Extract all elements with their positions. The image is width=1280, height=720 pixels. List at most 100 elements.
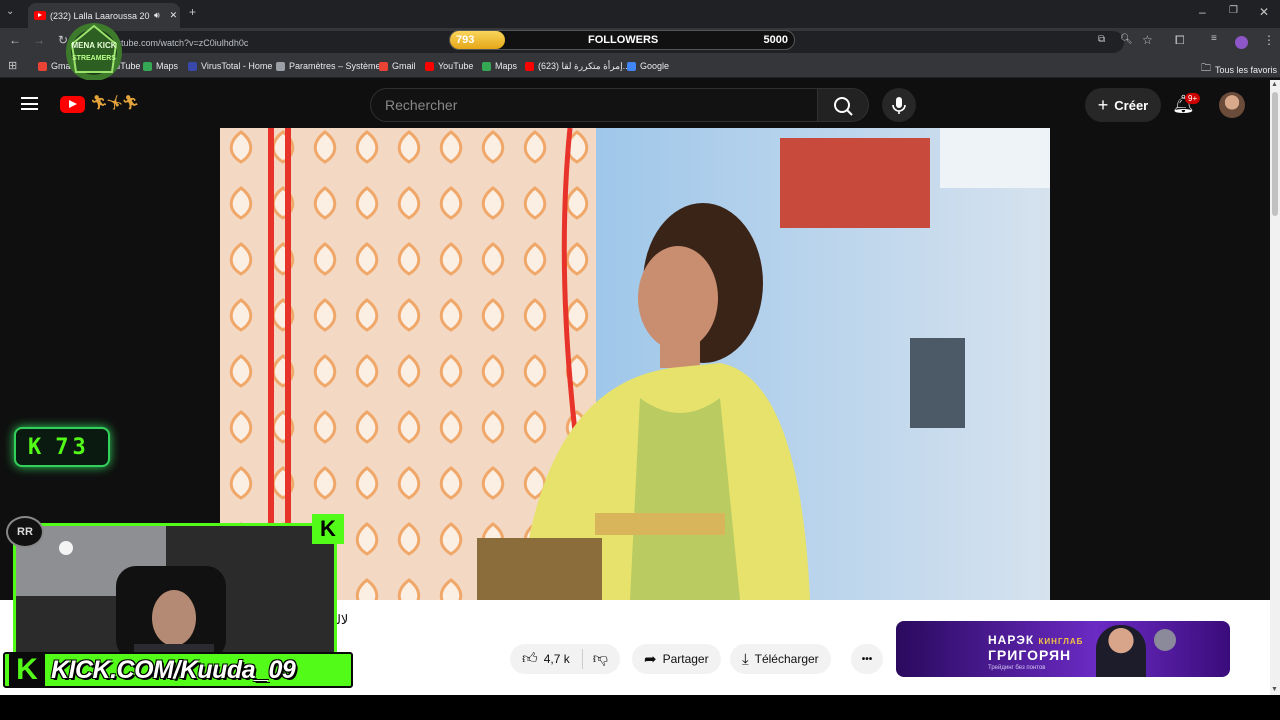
- svg-text:STREAMERS: STREAMERS: [72, 55, 116, 62]
- zoom-icon[interactable]: 🔍︎: [1120, 34, 1133, 45]
- bookmark-label: Google: [640, 61, 670, 71]
- like-button[interactable]: 👍︎ 4,7 k 👎︎: [510, 644, 620, 674]
- apps-grid-icon[interactable]: ⊞: [8, 59, 17, 72]
- like-divider: [581, 649, 583, 669]
- youtube-favicon-icon: [34, 11, 46, 20]
- folder-icon: 🗀︎: [1201, 63, 1211, 74]
- menu-kebab-icon[interactable]: ⋮: [1263, 33, 1275, 47]
- restore-icon[interactable]: ❐: [1229, 5, 1238, 16]
- ad-person-image: [1096, 625, 1146, 677]
- rr-badge-icon: RR: [6, 516, 44, 548]
- mena-kick-streamers-logo: MENA KICK STREAMERS: [66, 22, 122, 82]
- install-app-icon[interactable]: ⧉: [1098, 34, 1105, 45]
- extensions-icon[interactable]: ⧠: [1175, 33, 1185, 48]
- bookmark-favicon-icon: [525, 62, 534, 71]
- bookmark-star-icon[interactable]: ☆: [1142, 33, 1153, 47]
- bookmark-favicon-icon: [482, 61, 491, 71]
- profile-icon[interactable]: [1235, 36, 1248, 49]
- hamburger-menu-icon[interactable]: [21, 97, 38, 110]
- svg-text:MENA KICK: MENA KICK: [71, 41, 116, 50]
- scroll-up-arrow-icon[interactable]: ▲: [1271, 81, 1278, 88]
- bookmark-favicon-icon: [276, 61, 285, 71]
- create-button[interactable]: + Créer: [1085, 88, 1161, 122]
- like-count: 4,7 k: [543, 652, 570, 666]
- bottom-bar: [0, 695, 1280, 720]
- voice-search-button[interactable]: [882, 88, 916, 122]
- share-label: Partager: [662, 652, 709, 666]
- url-text: utube.com/watch?v=zC0iulhdh0c: [116, 38, 249, 48]
- notification-badge: 9+: [1185, 93, 1201, 104]
- bookmarks-bar: ⊞ Gmail YouTube Maps VirusTotal - Home Param…: [0, 56, 1280, 78]
- doodle-figures-icon: 🏃︎🤸︎🏃︎: [90, 94, 139, 110]
- bookmark-item[interactable]: Maps: [482, 61, 517, 71]
- search-button[interactable]: [817, 88, 869, 122]
- youtube-header: 🏃︎🤸︎🏃︎ Rechercher + Créer 🔔︎ 9+: [0, 80, 1270, 128]
- bookmark-favicon-icon: [38, 61, 47, 71]
- forward-icon[interactable]: →: [33, 33, 45, 47]
- minimize-icon[interactable]: –: [1199, 5, 1206, 19]
- share-button[interactable]: ➦ Partager: [632, 644, 721, 674]
- download-button[interactable]: ⤓ Télécharger: [730, 644, 831, 674]
- ad-name-line2: ГРИГОРЯН: [988, 647, 1072, 663]
- share-icon: ➦: [644, 651, 657, 668]
- back-icon[interactable]: ←: [9, 33, 21, 47]
- followers-label: FOLLOWERS: [588, 34, 659, 46]
- kick-link-text: KICK.COM/Kuuda_09: [51, 655, 296, 684]
- followers-current: 793: [456, 34, 475, 46]
- bookmark-item[interactable]: (623) إمرأة متكررة لقا...: [525, 61, 630, 72]
- kick-viewer-count: K 73: [14, 427, 110, 467]
- tab-search-icon[interactable]: ⌄: [6, 6, 14, 17]
- kick-corner-logo: K: [312, 514, 344, 544]
- youtube-logo[interactable]: [60, 96, 85, 113]
- plus-icon: +: [1097, 94, 1109, 115]
- media-control-icon[interactable]: ≡: [1211, 33, 1217, 44]
- kick-k-icon: K: [9, 653, 45, 686]
- viewer-count: 73: [55, 434, 90, 460]
- account-avatar[interactable]: [1219, 92, 1245, 118]
- search-placeholder: Rechercher: [385, 97, 458, 113]
- bookmark-favicon-icon: [379, 61, 388, 71]
- bookmark-favicon-icon: [425, 61, 434, 71]
- search-icon: [834, 97, 853, 116]
- ad-coin-image: [1154, 629, 1176, 651]
- bookmark-item[interactable]: Maps: [143, 61, 178, 71]
- bookmark-label: Maps: [495, 61, 518, 71]
- video-frame: [220, 128, 1050, 600]
- bookmark-favicon-icon: [627, 61, 636, 71]
- bookmark-label: VirusTotal - Home: [201, 61, 273, 71]
- tab-title: (232) Lalla Laaroussa 2026 |: [50, 10, 150, 21]
- bookmark-label: YouTube: [438, 61, 474, 71]
- thumbs-up-icon: 👍︎: [522, 650, 538, 667]
- streamer-webcam: [13, 523, 337, 663]
- bookmark-item[interactable]: Gmail: [379, 61, 416, 71]
- browser-tabstrip: ⌄ (232) Lalla Laaroussa 2026 | 🔊︎ ✕ + – …: [0, 0, 1280, 28]
- search-input[interactable]: Rechercher: [370, 88, 818, 122]
- mic-icon: [892, 97, 906, 114]
- bookmark-label: Gmail: [392, 61, 416, 71]
- bookmark-label: Maps: [156, 61, 179, 71]
- sponsored-ad-card[interactable]: НАРЭК КИНГЛАБ ГРИГОРЯН Трейдинг без понт…: [896, 621, 1230, 677]
- audio-icon[interactable]: 🔊︎: [154, 10, 160, 21]
- bookmark-item[interactable]: VirusTotal - Home: [188, 61, 272, 71]
- close-window-icon[interactable]: ✕: [1259, 5, 1269, 19]
- bookmark-item[interactable]: Google: [627, 61, 669, 71]
- download-label: Télécharger: [754, 652, 819, 666]
- bookmark-item[interactable]: Paramètres – Système: [276, 61, 381, 71]
- all-bookmarks[interactable]: 🗀︎ Tous les favoris: [1201, 61, 1277, 78]
- more-actions-button[interactable]: •••: [851, 644, 883, 674]
- ad-brand: КИНГЛАБ: [1038, 637, 1084, 646]
- bookmark-favicon-icon: [143, 61, 152, 71]
- kick-channel-link: K KICK.COM/Kuuda_09: [3, 652, 353, 688]
- followers-goal-bar: 793 FOLLOWERS 5000: [449, 30, 795, 50]
- thumbs-down-icon[interactable]: 👎︎: [593, 650, 608, 668]
- bookmark-favicon-icon: [188, 61, 197, 71]
- scroll-down-arrow-icon[interactable]: ▼: [1271, 686, 1278, 693]
- video-player[interactable]: [220, 128, 1050, 600]
- download-icon: ⤓: [742, 650, 749, 668]
- new-tab-button[interactable]: +: [189, 5, 196, 19]
- kick-logo-icon: K: [28, 434, 42, 460]
- scrollbar-thumb[interactable]: [1272, 92, 1278, 216]
- bookmark-item[interactable]: YouTube: [425, 61, 473, 71]
- tab-close-icon[interactable]: ✕: [170, 10, 178, 21]
- ad-name-line1: НАРЭК КИНГЛАБ: [988, 633, 1084, 647]
